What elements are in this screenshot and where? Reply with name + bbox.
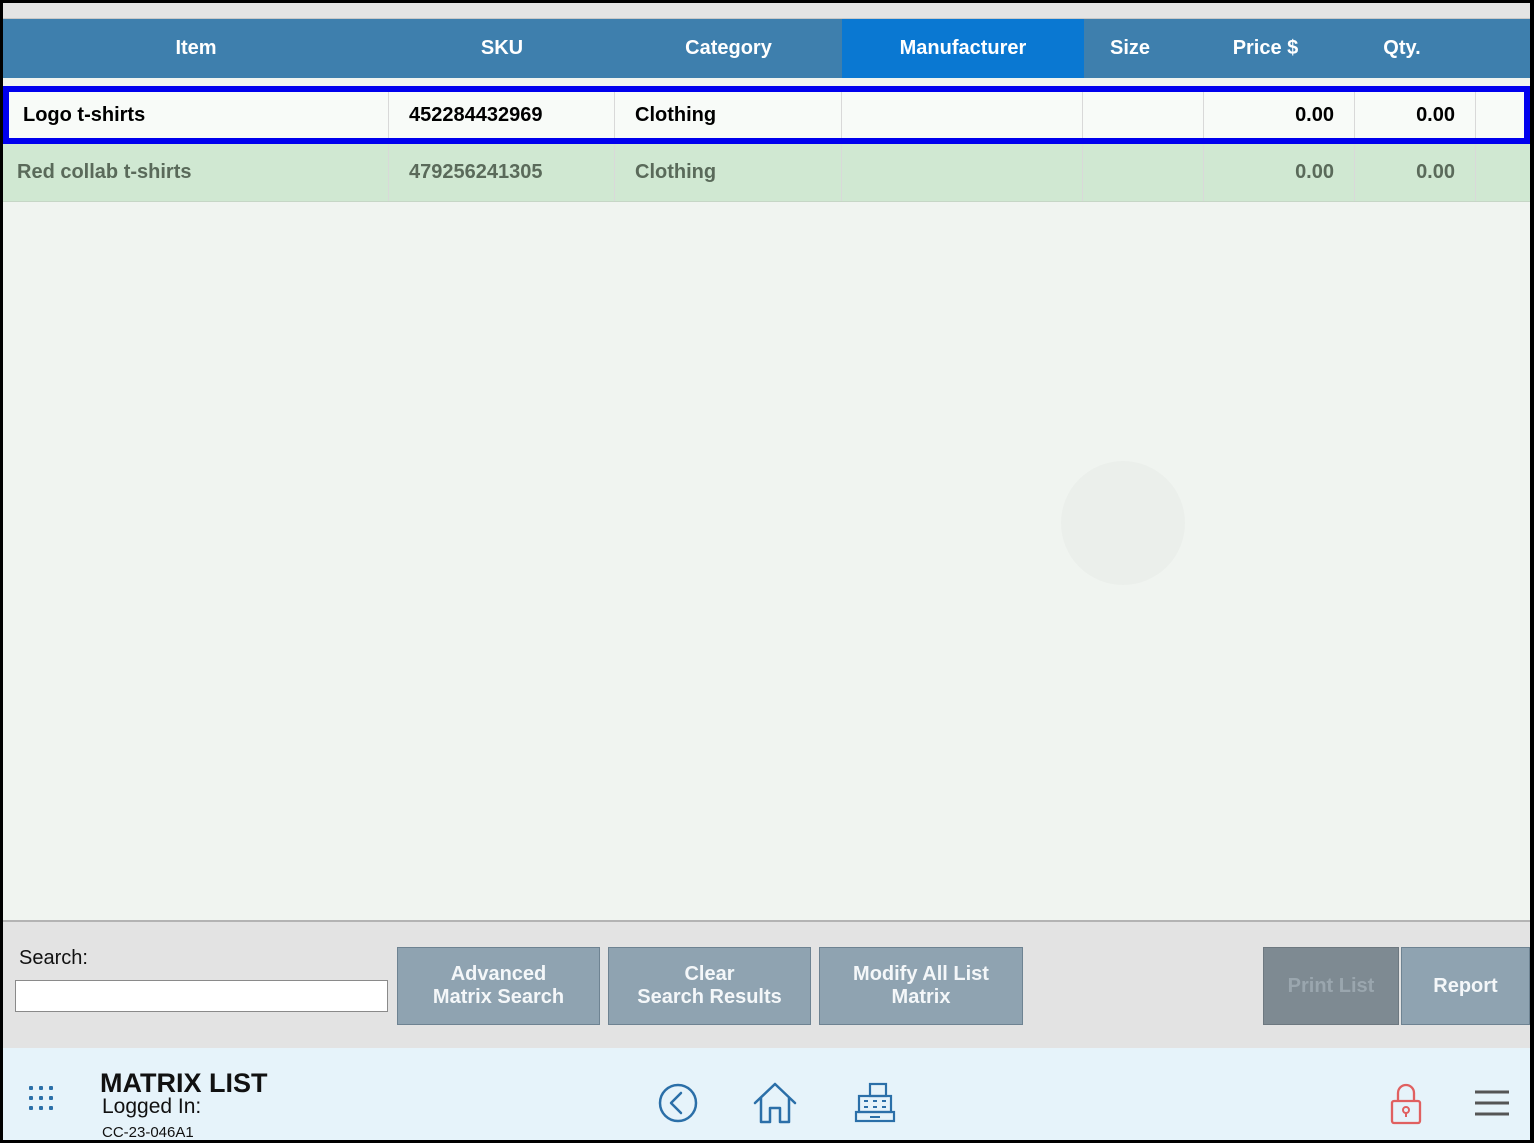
table-row[interactable]: Red collab t-shirts 479256241305 Clothin… [3,144,1530,202]
home-icon[interactable] [752,1080,798,1126]
device-id: CC-23-046A1 [102,1124,194,1140]
clear-search-results-button[interactable]: Clear Search Results [608,947,811,1025]
cell-category: Clothing [615,144,842,201]
column-header-item[interactable]: Item [3,19,389,78]
cell-manufacturer [842,144,1083,201]
print-list-button[interactable]: Print List [1263,947,1399,1025]
top-strip [3,3,1530,19]
cell-spacer [1476,144,1530,201]
column-header-size[interactable]: Size [1084,19,1176,78]
cell-size [1083,92,1204,138]
cell-sku: 452284432969 [389,92,615,138]
cell-item: Logo t-shirts [9,92,389,138]
column-header-manufacturer[interactable]: Manufacturer [842,19,1084,78]
cell-qty: 0.00 [1355,92,1476,138]
bottom-toolbar: Search: Advanced Matrix Search Clear Sea… [3,920,1530,1048]
footer-bar: MATRIX LIST Logged In: CC-23-046A1 [3,1048,1530,1140]
grid-icon[interactable] [29,1086,59,1116]
lock-icon[interactable] [1389,1082,1423,1126]
search-input[interactable] [15,980,388,1012]
cell-category: Clothing [615,92,842,138]
table-row[interactable]: Logo t-shirts 452284432969 Clothing 0.00… [3,86,1530,144]
hamburger-menu-icon[interactable] [1473,1088,1511,1118]
cell-sku: 479256241305 [389,144,615,201]
cell-size [1083,144,1204,201]
cell-qty: 0.00 [1355,144,1476,201]
report-button[interactable]: Report [1401,947,1530,1025]
cell-item: Red collab t-shirts [3,144,389,201]
cash-register-icon[interactable] [853,1081,897,1125]
loading-spinner [1061,461,1185,585]
table-header: Item SKU Category Manufacturer Size Pric… [3,19,1530,78]
column-header-category[interactable]: Category [615,19,842,78]
modify-all-list-matrix-button[interactable]: Modify All List Matrix [819,947,1023,1025]
cell-manufacturer [842,92,1083,138]
cell-spacer [1476,92,1524,138]
column-header-qty[interactable]: Qty. [1355,19,1449,78]
back-arrow-icon[interactable] [657,1082,699,1124]
column-header-sku[interactable]: SKU [389,19,615,78]
search-label: Search: [19,947,88,969]
matrix-list-screen: Item SKU Category Manufacturer Size Pric… [3,3,1530,1140]
advanced-matrix-search-button[interactable]: Advanced Matrix Search [397,947,600,1025]
column-header-price[interactable]: Price $ [1176,19,1355,78]
cell-price: 0.00 [1204,144,1355,201]
cell-price: 0.00 [1204,92,1355,138]
logged-in-label: Logged In: [102,1095,202,1118]
